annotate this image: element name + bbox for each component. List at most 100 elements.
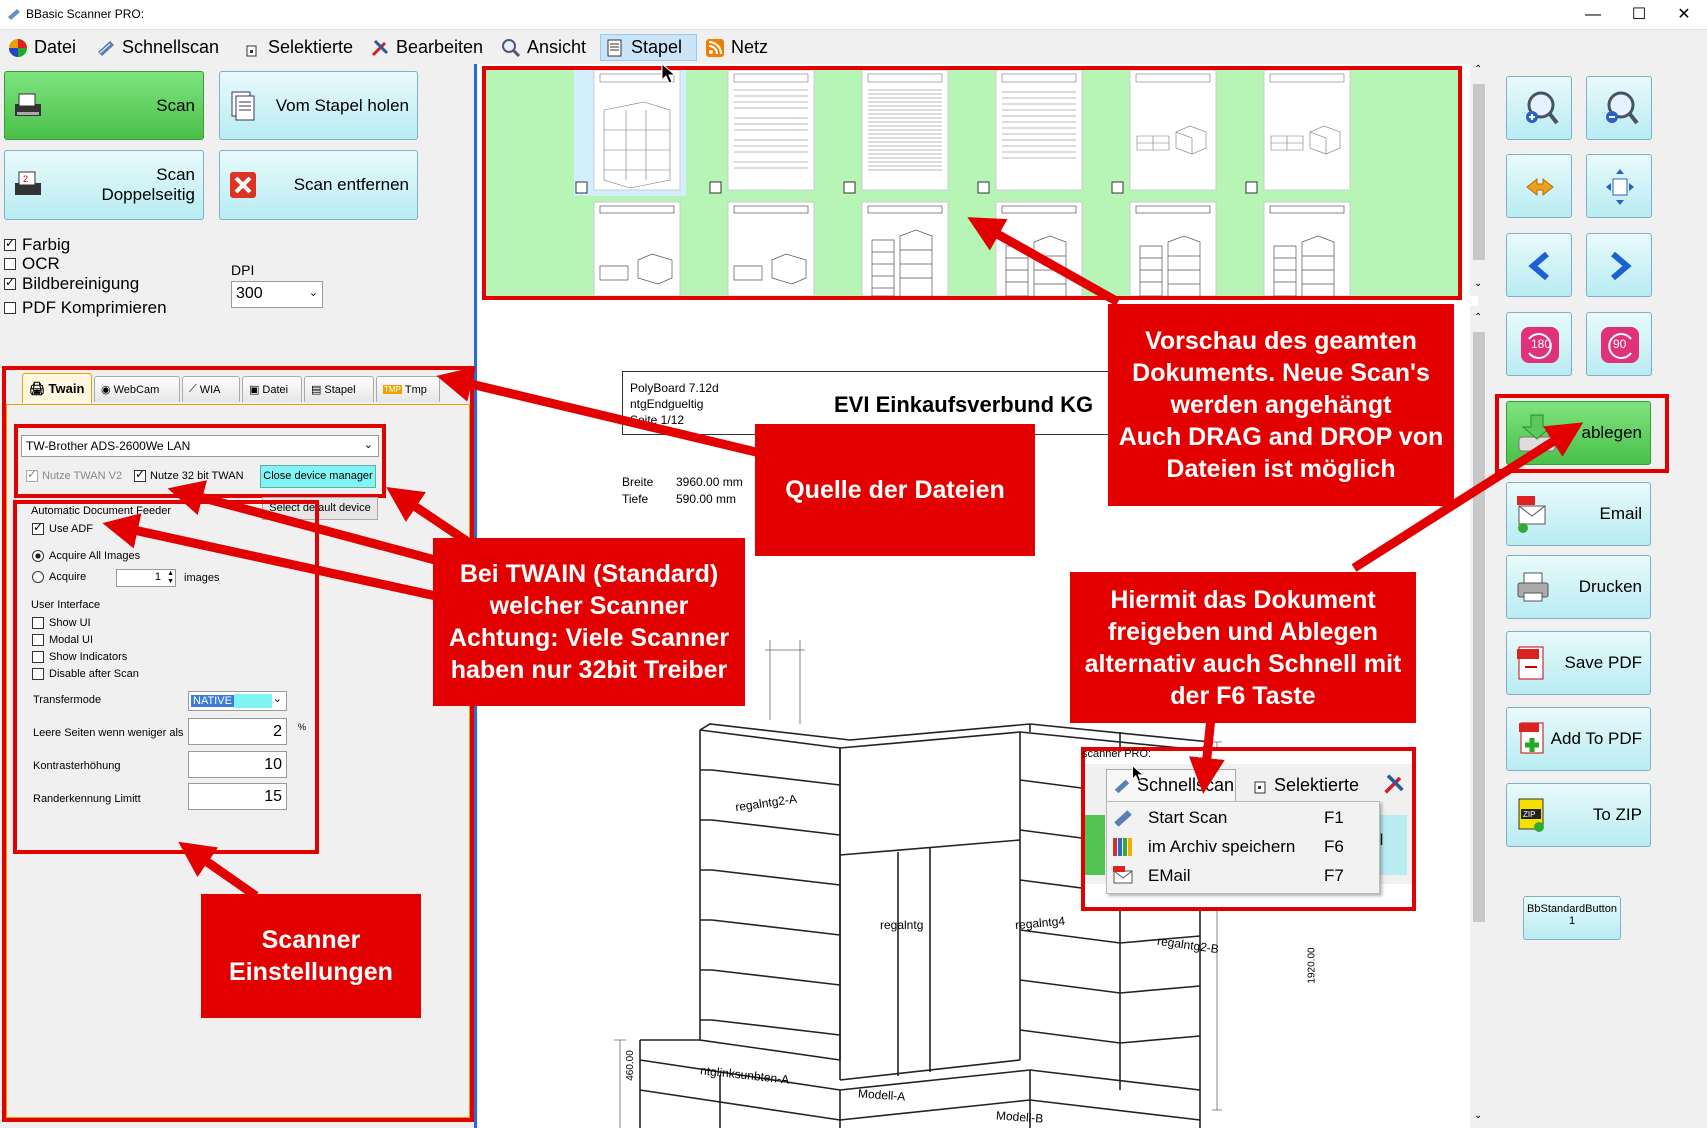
radio[interactable] bbox=[32, 571, 44, 583]
popup-item-start-scan[interactable]: Start Scan F1 bbox=[1110, 804, 1376, 832]
option-ocr[interactable]: OCR bbox=[4, 254, 60, 274]
radio[interactable] bbox=[32, 550, 44, 562]
scroll-up-icon[interactable]: ⌃ bbox=[1474, 64, 1482, 75]
randerkennung-input[interactable]: 15 bbox=[188, 783, 287, 810]
menu-ansicht[interactable]: Ansicht bbox=[497, 34, 590, 61]
pdf-icon bbox=[1517, 646, 1544, 680]
checkbox[interactable] bbox=[32, 634, 44, 646]
drucken-label: Drucken bbox=[1578, 577, 1642, 596]
tab-datei[interactable]: ▣ Datei bbox=[242, 376, 302, 402]
show-indicators-checkbox[interactable]: Show Indicators bbox=[32, 651, 127, 663]
adf-group-label: Automatic Document Feeder bbox=[31, 505, 172, 517]
images-label: images bbox=[184, 572, 220, 584]
modal-ui-checkbox[interactable]: Modal UI bbox=[32, 634, 93, 646]
email-button[interactable]: Email bbox=[1506, 482, 1651, 546]
checkbox[interactable] bbox=[4, 258, 16, 270]
ablegen-button[interactable]: ablegen bbox=[1506, 401, 1651, 465]
chevron-left-icon bbox=[1528, 251, 1549, 281]
checkbox[interactable] bbox=[26, 467, 38, 482]
kontrast-input[interactable]: 10 bbox=[188, 751, 287, 778]
scroll-up-icon[interactable]: ⌃ bbox=[1474, 312, 1482, 323]
next-page-button[interactable] bbox=[1586, 233, 1652, 297]
scanner-icon: ⟋ bbox=[189, 383, 197, 395]
option-farbig[interactable]: Farbig bbox=[4, 235, 70, 255]
zoom-out-button[interactable] bbox=[1586, 76, 1652, 140]
spin-arrows-icon[interactable]: ▲ ▼ bbox=[167, 570, 174, 586]
scroll-down-icon[interactable]: ⌄ bbox=[1474, 1110, 1482, 1121]
menu-bearbeiten[interactable]: Bearbeiten bbox=[366, 34, 487, 61]
zip-icon: ZIP bbox=[1518, 798, 1544, 832]
dpi-select[interactable]: 300 ⌄ bbox=[231, 281, 323, 308]
doc-header-lines: PolyBoard 7.12d ntgEndgueltig Seite 1/12 bbox=[630, 380, 719, 428]
zoom-in-button[interactable] bbox=[1506, 76, 1572, 140]
checkbox[interactable] bbox=[4, 236, 16, 251]
checkbox[interactable] bbox=[134, 467, 146, 482]
close-device-manager-button[interactable]: Close device manager bbox=[260, 465, 376, 488]
use-adf-checkbox[interactable]: Use ADF bbox=[32, 520, 93, 535]
maximize-button[interactable]: ☐ bbox=[1616, 0, 1662, 30]
close-button[interactable]: ✕ bbox=[1661, 0, 1707, 30]
fit-width-button[interactable] bbox=[1506, 154, 1572, 218]
tab-twain[interactable]: 🖨 Twain bbox=[22, 373, 92, 403]
drucken-button[interactable]: Drucken bbox=[1506, 555, 1651, 619]
scan-doppelseitig-button[interactable]: 2 Scan Doppelseitig bbox=[4, 150, 204, 220]
source-tabs: 🖨 Twain ◉ WebCam ⟋ WIA ▣ Datei ▤ Stapel TMP Tm… bbox=[6, 370, 470, 406]
add-to-pdf-button[interactable]: Add To PDF bbox=[1506, 707, 1651, 771]
disable-after-scan-checkbox[interactable]: Disable after Scan bbox=[32, 668, 139, 680]
menu-datei[interactable]: Datei bbox=[4, 34, 80, 61]
document-scrollbar[interactable]: ⌃ ⌄ bbox=[1470, 306, 1488, 1128]
preview-scrollbar[interactable]: ⌃ ⌄ bbox=[1470, 64, 1488, 296]
fit-page-button[interactable] bbox=[1586, 154, 1652, 218]
popup-item-label: im Archiv speichern bbox=[1148, 837, 1296, 856]
save-pdf-button[interactable]: Save PDF bbox=[1506, 631, 1651, 695]
tab-stapel[interactable]: ▤ Stapel bbox=[304, 376, 374, 402]
doc-company: EVI Einkaufsverbund KG bbox=[834, 392, 1094, 417]
option-bildbereinigung[interactable]: Bildbereinigung bbox=[4, 274, 139, 294]
thumbnail bbox=[727, 201, 815, 296]
popup-tab-selektierte[interactable]: Selektierte bbox=[1254, 775, 1359, 796]
to-zip-button[interactable]: ZIP To ZIP bbox=[1506, 783, 1651, 847]
popup-item-email[interactable]: EMail F7 bbox=[1110, 862, 1376, 890]
rotate-180-button[interactable]: 180 bbox=[1506, 312, 1572, 376]
scroll-thumb[interactable] bbox=[1473, 332, 1485, 922]
scan-entfernen-button[interactable]: Scan entfernen bbox=[219, 150, 418, 220]
leere-seiten-input[interactable]: 2 bbox=[188, 718, 287, 745]
checkbox[interactable] bbox=[4, 302, 16, 314]
nutze-32bit-checkbox[interactable]: Nutze 32 bit TWAN bbox=[134, 467, 244, 482]
vom-stapel-holen-button[interactable]: Vom Stapel holen bbox=[219, 71, 418, 140]
acquire-count-stepper[interactable]: 1 ▲ ▼ bbox=[116, 569, 176, 587]
checkbox[interactable] bbox=[32, 617, 44, 629]
previous-page-button[interactable] bbox=[1506, 233, 1572, 297]
checkbox[interactable] bbox=[32, 520, 44, 535]
acquire-all-radio[interactable]: Acquire All Images bbox=[32, 550, 140, 562]
rotate-90-button[interactable]: 90 bbox=[1586, 312, 1652, 376]
menu-schnellscan[interactable]: Schnellscan bbox=[92, 34, 223, 61]
option-pdf-komprimieren[interactable]: PDF Komprimieren bbox=[4, 298, 167, 318]
nutze-twan-v2-checkbox[interactable]: Nutze TWAN V2 bbox=[26, 467, 122, 482]
scroll-down-icon[interactable]: ⌄ bbox=[1474, 278, 1482, 289]
menu-selektierte[interactable]: Selektierte bbox=[238, 34, 357, 61]
checkbox[interactable] bbox=[4, 275, 16, 290]
tab-wia[interactable]: ⟋ WIA bbox=[182, 376, 240, 402]
checkbox[interactable] bbox=[32, 668, 44, 680]
checkbox[interactable] bbox=[32, 651, 44, 663]
minimize-button[interactable]: — bbox=[1570, 0, 1616, 30]
acquire-radio[interactable]: Acquire bbox=[32, 571, 86, 583]
transfermode-select[interactable]: NATIVE ⌄ bbox=[188, 691, 287, 711]
scan-button[interactable]: Scan bbox=[4, 71, 204, 140]
show-ui-checkbox[interactable]: Show UI bbox=[32, 617, 91, 629]
device-select[interactable]: TW-Brother ADS-2600We LAN ⌄ bbox=[21, 435, 379, 457]
checkbox-label: Show Indicators bbox=[49, 651, 128, 663]
menu-stapel[interactable]: Stapel bbox=[600, 34, 697, 61]
preview-thumbnails[interactable] bbox=[486, 70, 1458, 296]
popup-tab-schnellscan[interactable]: Schnellscan bbox=[1106, 769, 1236, 801]
tab-tmp[interactable]: TMP Tmp bbox=[376, 376, 440, 402]
tab-label: Twain bbox=[48, 381, 85, 396]
bb-standard-button[interactable]: BbStandardButton 1 bbox=[1523, 896, 1621, 940]
stack-icon bbox=[607, 39, 622, 56]
scroll-thumb[interactable] bbox=[1473, 84, 1485, 260]
menu-netz[interactable]: Netz bbox=[701, 34, 772, 61]
popup-item-archiv[interactable]: im Archiv speichern F6 bbox=[1110, 833, 1376, 861]
printer-icon bbox=[1517, 572, 1549, 602]
tab-webcam[interactable]: ◉ WebCam bbox=[94, 376, 180, 402]
